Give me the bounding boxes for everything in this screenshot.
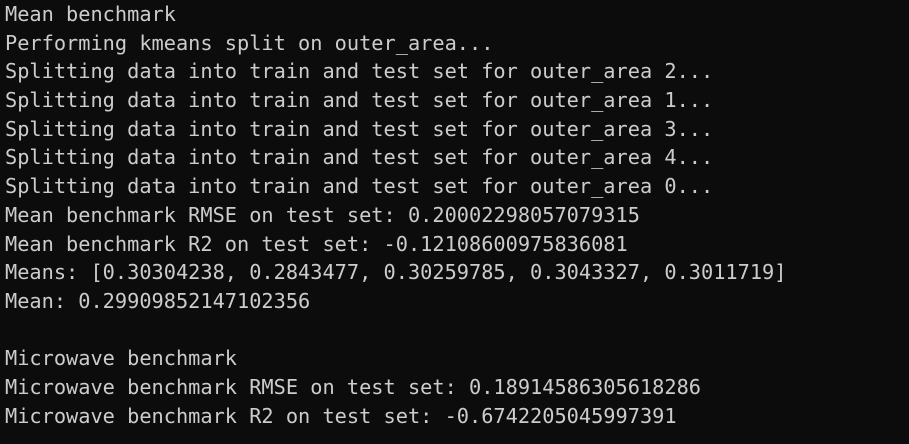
terminal-window[interactable]: Mean benchmark Performing kmeans split o… — [0, 0, 909, 444]
terminal-line: Microwave benchmark RMSE on test set: 0.… — [5, 374, 701, 399]
terminal-line: Splitting data into train and test set f… — [5, 59, 714, 84]
terminal-line: Splitting data into train and test set f… — [5, 174, 714, 199]
terminal-line: Performing kmeans split on outer_area... — [5, 30, 494, 55]
terminal-line: Splitting data into train and test set f… — [5, 145, 714, 170]
terminal-line: Mean benchmark R2 on test set: -0.121086… — [5, 231, 628, 256]
terminal-output: Mean benchmark Performing kmeans split o… — [5, 0, 786, 430]
terminal-line: Microwave benchmark — [5, 346, 237, 371]
terminal-line: Microwave benchmark R2 on test set: -0.6… — [5, 403, 677, 428]
terminal-line: Mean: 0.29909852147102356 — [5, 288, 311, 313]
terminal-line: Mean benchmark — [5, 2, 176, 26]
terminal-line: Mean benchmark RMSE on test set: 0.20002… — [5, 202, 640, 227]
terminal-line: Splitting data into train and test set f… — [5, 116, 714, 141]
terminal-line: Splitting data into train and test set f… — [5, 88, 714, 113]
terminal-line: Means: [0.30304238, 0.2843477, 0.3025978… — [5, 260, 787, 285]
